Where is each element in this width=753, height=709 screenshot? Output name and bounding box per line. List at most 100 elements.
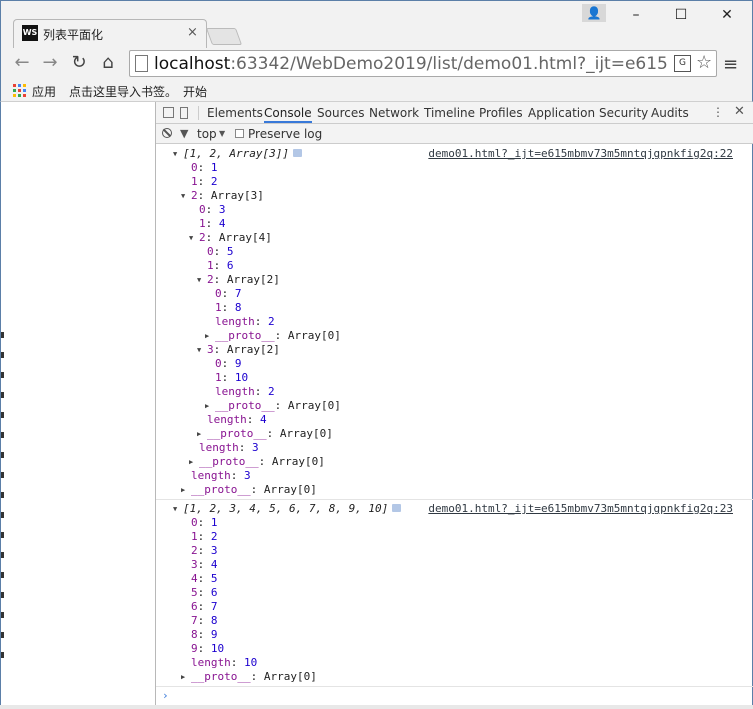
entry-divider — [156, 499, 753, 500]
property-colon: : — [213, 273, 227, 286]
property-colon: : — [258, 455, 272, 468]
tab-profiles[interactable]: Profiles — [479, 106, 523, 120]
property-key: 2 — [207, 273, 214, 286]
property-value: 5 — [226, 245, 234, 258]
url-text[interactable]: localhost:63342/WebDemo2019/list/demo01.… — [154, 53, 669, 75]
clear-console-icon[interactable] — [162, 128, 172, 138]
star-icon[interactable]: ☆ — [696, 52, 712, 73]
close-button[interactable]: ✕ — [712, 5, 742, 25]
tab-title: 列表平面化 — [43, 28, 104, 42]
property-colon: : — [205, 203, 219, 216]
translate-icon[interactable]: G — [674, 55, 691, 72]
bookmark-import[interactable]: 点击这里导入书签。 — [69, 83, 177, 100]
expand-triangle-icon[interactable]: ▼ — [189, 231, 199, 245]
bookmark-start[interactable]: 开始 — [183, 83, 207, 100]
console-tree-row[interactable]: ▶ __proto__: Array[0] — [181, 483, 317, 497]
tab-sources[interactable]: Sources — [317, 106, 364, 120]
expand-triangle-icon[interactable]: ▼ — [197, 343, 207, 357]
console-entry-summary[interactable]: ▼ [1, 2, 3, 4, 5, 6, 7, 8, 9, 10] — [173, 502, 402, 516]
property-colon: : — [197, 642, 211, 655]
property-colon: : — [254, 385, 268, 398]
menu-icon[interactable]: ≡ — [723, 54, 738, 75]
home-icon[interactable]: ⌂ — [97, 52, 119, 74]
minimize-button[interactable]: – — [621, 5, 651, 25]
device-mode-icon[interactable] — [180, 107, 188, 119]
maximize-button[interactable]: ☐ — [666, 5, 696, 25]
webstorm-icon: WS — [22, 25, 38, 41]
property-colon: : — [238, 441, 252, 454]
property-colon: : — [213, 343, 227, 356]
apps-icon[interactable] — [13, 84, 26, 97]
expand-triangle-icon[interactable]: ▼ — [173, 147, 183, 161]
tab-audits[interactable]: Audits — [651, 106, 689, 120]
tab-application[interactable]: Application — [528, 106, 595, 120]
preserve-log-checkbox[interactable] — [235, 129, 244, 138]
console-tree-row[interactable]: ▶ __proto__: Array[0] — [181, 670, 317, 684]
tab-security[interactable]: Security — [599, 106, 648, 120]
property-key: __proto__ — [191, 670, 251, 683]
property-key: length — [191, 469, 231, 482]
forward-arrow-icon[interactable]: → — [39, 52, 61, 74]
tab-timeline[interactable]: Timeline — [424, 106, 475, 120]
tab-elements[interactable]: Elements — [207, 106, 263, 120]
property-key: 6 — [191, 600, 198, 613]
console-tree-row[interactable]: ▶ __proto__: Array[0] — [205, 329, 341, 343]
console-tree-row[interactable]: ▼ 2: Array[3] — [181, 189, 264, 203]
property-key: 3 — [207, 343, 214, 356]
page-edge-marks — [1, 332, 5, 672]
reload-icon[interactable]: ↻ — [68, 52, 90, 74]
devtools-close-icon[interactable]: ✕ — [734, 104, 745, 119]
property-value: Array[0] — [263, 670, 317, 683]
collapse-triangle-icon[interactable]: ▶ — [205, 329, 215, 343]
property-key: 1 — [191, 175, 198, 188]
more-options-icon[interactable]: ⋮ — [712, 105, 724, 119]
source-link[interactable]: demo01.html?_ijt=e615mbmv73m5mntqjgpnkfi… — [428, 502, 733, 515]
profile-icon[interactable]: 👤 — [582, 4, 606, 22]
expand-triangle-icon[interactable]: ▼ — [181, 189, 191, 203]
property-key: 1 — [199, 217, 206, 230]
chevron-down-icon[interactable]: ▼ — [219, 129, 225, 138]
collapse-triangle-icon[interactable]: ▶ — [197, 427, 207, 441]
expand-triangle-icon[interactable]: ▼ — [197, 273, 207, 287]
tab-network[interactable]: Network — [369, 106, 419, 120]
property-colon: : — [221, 301, 235, 314]
console-tree-row[interactable]: ▶ __proto__: Array[0] — [205, 399, 341, 413]
console-prompt[interactable]: › — [162, 689, 169, 702]
property-value: Array[4] — [218, 231, 272, 244]
console-tree-row[interactable]: ▼ 2: Array[2] — [197, 273, 280, 287]
property-key: 2 — [191, 189, 198, 202]
filter-icon[interactable]: ▼ — [180, 127, 188, 140]
context-select[interactable]: top — [197, 127, 217, 141]
collapse-triangle-icon[interactable]: ▶ — [189, 455, 199, 469]
property-colon: : — [197, 586, 211, 599]
expand-triangle-icon[interactable]: ▼ — [173, 502, 183, 516]
page-viewport — [0, 102, 155, 709]
back-arrow-icon[interactable]: ← — [11, 52, 33, 74]
property-colon: : — [197, 628, 211, 641]
source-link[interactable]: demo01.html?_ijt=e615mbmv73m5mntqjgpnkfi… — [428, 147, 733, 160]
property-key: 0 — [207, 245, 214, 258]
bookmark-apps[interactable]: 应用 — [32, 83, 56, 100]
collapse-triangle-icon[interactable]: ▶ — [181, 483, 191, 497]
tab-close-icon[interactable]: × — [187, 25, 198, 40]
array-summary: [1, 2, 3, 4, 5, 6, 7, 8, 9, 10] — [183, 502, 389, 515]
address-bar[interactable]: localhost:63342/WebDemo2019/list/demo01.… — [129, 50, 717, 77]
collapse-triangle-icon[interactable]: ▶ — [205, 399, 215, 413]
console-tree-row: 3: 4 — [191, 558, 218, 572]
property-value: 7 — [234, 287, 242, 300]
console-tree-row[interactable]: ▼ 3: Array[2] — [197, 343, 280, 357]
info-icon — [292, 149, 302, 157]
collapse-triangle-icon[interactable]: ▶ — [181, 670, 191, 684]
property-colon: : — [266, 427, 280, 440]
console-tree-row[interactable]: ▶ __proto__: Array[0] — [197, 427, 333, 441]
property-colon: : — [197, 175, 211, 188]
property-colon: : — [221, 287, 235, 300]
property-value: 4 — [218, 217, 226, 230]
tab-console[interactable]: Console — [264, 106, 312, 123]
new-tab-button[interactable] — [205, 28, 243, 45]
console-tree-row[interactable]: ▼ 2: Array[4] — [189, 231, 272, 245]
inspect-element-icon[interactable] — [163, 107, 174, 118]
console-tree-row: 0: 3 — [199, 203, 226, 217]
console-entry-summary[interactable]: ▼ [1, 2, Array[3]] — [173, 147, 302, 161]
console-tree-row[interactable]: ▶ __proto__: Array[0] — [189, 455, 325, 469]
